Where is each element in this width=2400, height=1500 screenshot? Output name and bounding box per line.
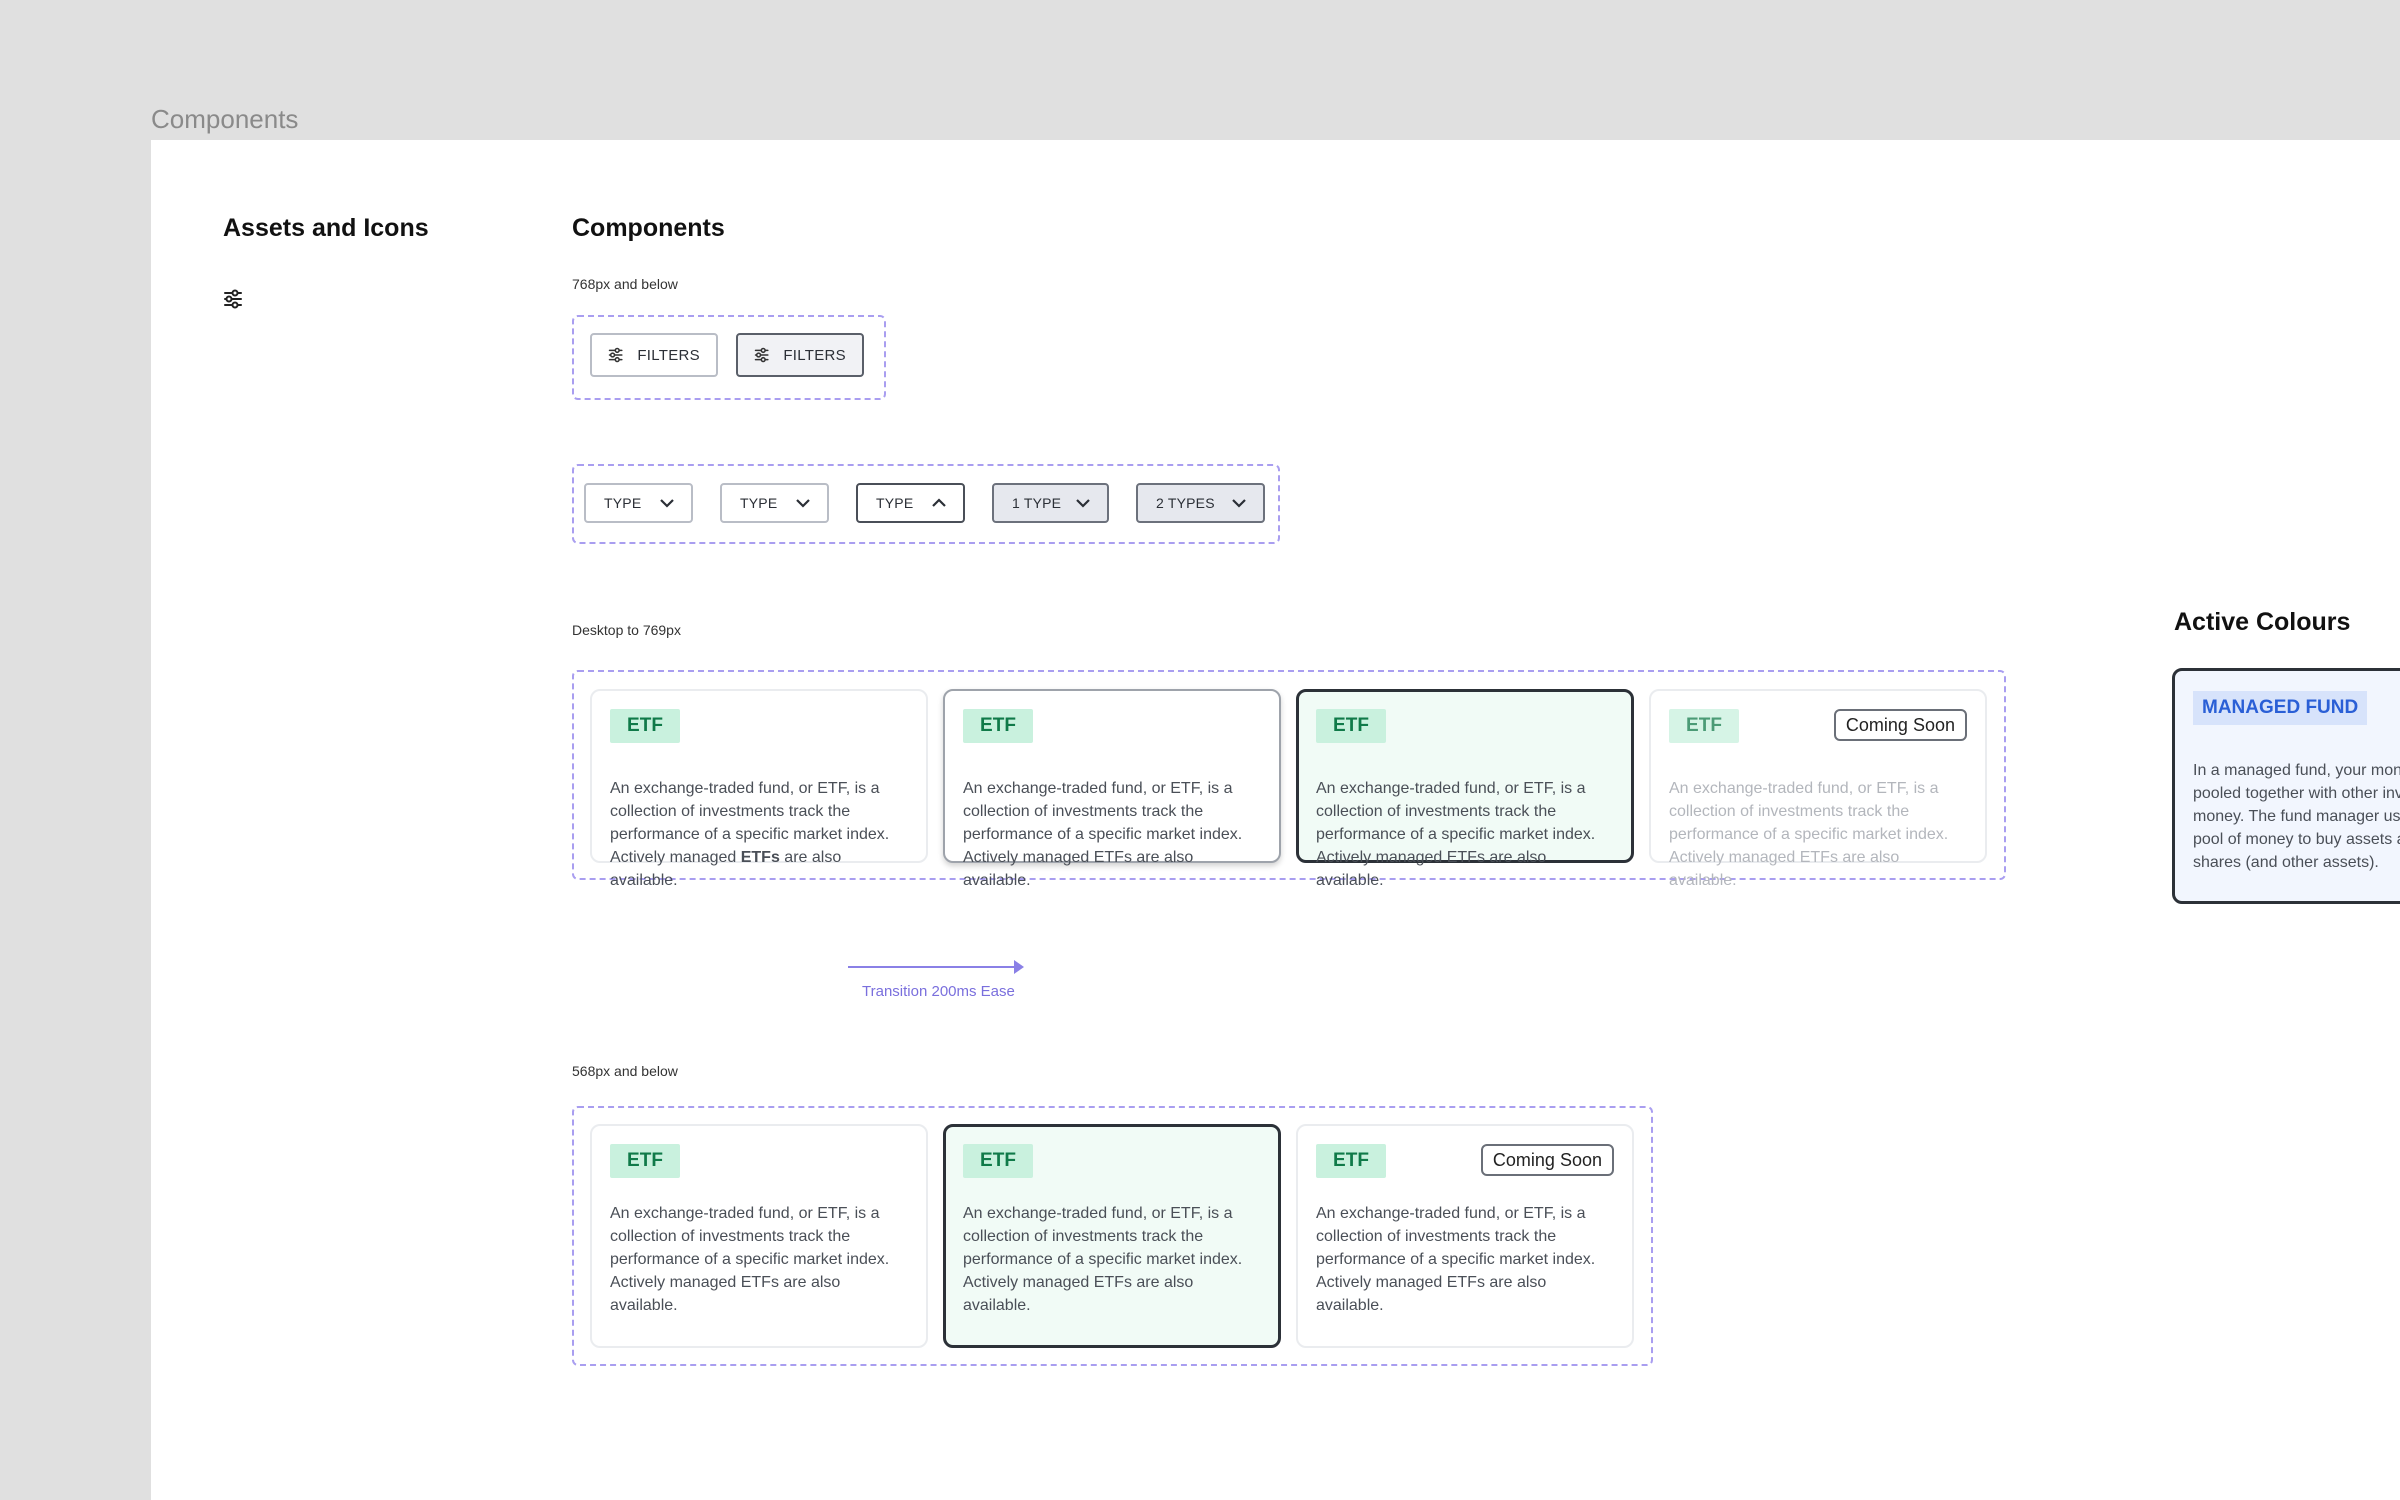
etf-badge: ETF	[963, 1144, 1033, 1178]
etf-badge: ETF	[1316, 709, 1386, 743]
type-dropdown-label: TYPE	[876, 495, 914, 511]
etf-card[interactable]: ETF An exchange-traded fund, or ETF, is …	[590, 689, 928, 889]
small-caption: 568px and below	[572, 1063, 678, 1079]
arrow-right-icon	[1014, 960, 1024, 974]
transition-label: Transition 200ms Ease	[862, 983, 1015, 1000]
card-description: An exchange-traded fund, or ETF, is a co…	[1316, 780, 1596, 889]
type-dropdown-open[interactable]: TYPE	[856, 483, 965, 523]
etf-badge: ETF	[610, 1144, 680, 1178]
transition-arrow	[848, 966, 1020, 968]
type-dropdown-one-selected[interactable]: 1 TYPE	[992, 483, 1109, 523]
filters-label: FILTERS	[783, 346, 846, 364]
etf-card[interactable]: ETF An exchange-traded fund, or ETF, is …	[590, 1124, 928, 1348]
coming-soon-badge: Coming Soon	[1480, 1144, 1614, 1176]
chevron-down-icon	[660, 499, 674, 508]
card-description: An exchange-traded fund, or ETF, is a co…	[963, 1205, 1243, 1314]
assets-title: Assets and Icons	[223, 214, 429, 242]
card-description: An exchange-traded fund, or ETF, is a co…	[1669, 780, 1949, 889]
chevron-down-icon	[796, 499, 810, 508]
filters-label: FILTERS	[637, 346, 700, 364]
card-description: An exchange-traded fund, or ETF, is a co…	[610, 1205, 890, 1314]
type-dropdown-two-selected[interactable]: 2 TYPES	[1136, 483, 1265, 523]
managed-fund-card[interactable]: MANAGED FUND In a managed fund, your mon…	[2172, 668, 2400, 904]
coming-soon-badge: Coming Soon	[1833, 709, 1967, 741]
managed-fund-description: In a managed fund, your money is pooled …	[2193, 762, 2400, 871]
sliders-icon	[754, 347, 769, 363]
etf-badge: ETF	[1669, 709, 1739, 743]
type-dropdown-label: TYPE	[604, 495, 642, 511]
mobile-caption: 768px and below	[572, 276, 678, 292]
card-description: An exchange-traded fund, or ETF, is a co…	[610, 780, 890, 889]
managed-fund-badge: MANAGED FUND	[2193, 691, 2368, 725]
chevron-down-icon	[1232, 499, 1246, 508]
chevron-up-icon	[932, 498, 946, 507]
filters-button[interactable]: FILTERS	[590, 333, 718, 377]
etf-card-coming-soon[interactable]: ETF Coming Soon An exchange-traded fund,…	[1296, 1124, 1634, 1348]
etf-card-active[interactable]: ETF An exchange-traded fund, or ETF, is …	[943, 1124, 1281, 1348]
etf-badge: ETF	[610, 709, 680, 743]
components-title: Components	[572, 214, 725, 242]
card-description: An exchange-traded fund, or ETF, is a co…	[963, 780, 1243, 889]
sliders-icon	[608, 347, 623, 363]
type-dropdown-label: TYPE	[740, 495, 778, 511]
etf-card-coming-soon[interactable]: ETF Coming Soon An exchange-traded fund,…	[1649, 689, 1987, 889]
sliders-icon	[223, 289, 243, 314]
desktop-caption: Desktop to 769px	[572, 622, 681, 638]
canvas: Assets and Icons Components 768px and be…	[151, 140, 2400, 1500]
etf-badge: ETF	[963, 709, 1033, 743]
filters-button-active[interactable]: FILTERS	[736, 333, 864, 377]
active-colours-title: Active Colours	[2174, 608, 2351, 636]
frame-label: Components	[151, 104, 299, 134]
type-dropdown-label: 2 TYPES	[1156, 495, 1215, 511]
type-dropdown-label: 1 TYPE	[1012, 495, 1062, 511]
etf-card-active[interactable]: ETF An exchange-traded fund, or ETF, is …	[1296, 689, 1634, 889]
type-dropdown-hover[interactable]: TYPE	[720, 483, 829, 523]
etf-card-hover[interactable]: ETF An exchange-traded fund, or ETF, is …	[943, 689, 1281, 889]
etf-badge: ETF	[1316, 1144, 1386, 1178]
type-dropdown[interactable]: TYPE	[584, 483, 693, 523]
card-description: An exchange-traded fund, or ETF, is a co…	[1316, 1205, 1596, 1314]
chevron-down-icon	[1076, 499, 1090, 508]
